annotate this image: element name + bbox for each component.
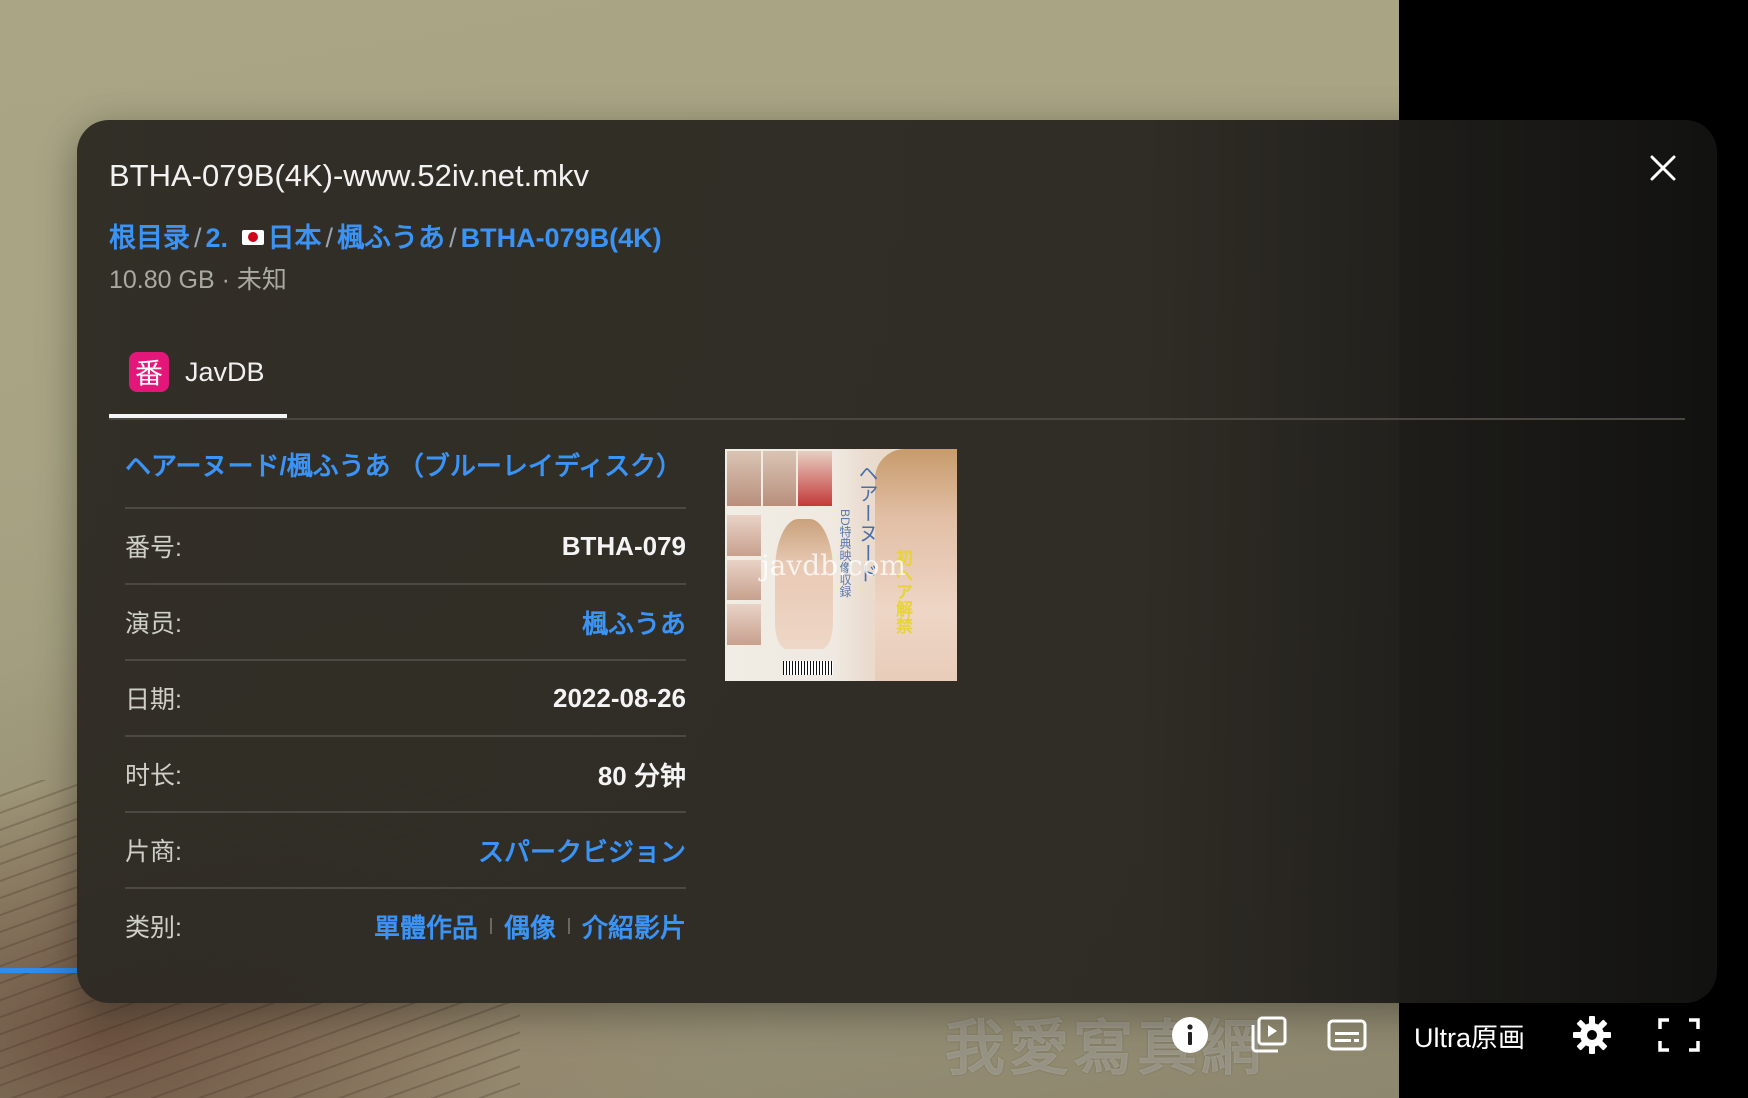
source-tabs: 番 JavDB bbox=[109, 330, 1685, 420]
detail-label: 片商: bbox=[125, 838, 182, 866]
detail-row-actress: 演员: 楓ふうあ bbox=[125, 585, 686, 661]
breadcrumb-separator: / bbox=[325, 223, 334, 253]
detail-label: 番号: bbox=[125, 534, 182, 562]
file-size: 10.80 GB bbox=[109, 266, 215, 294]
cover-figure-small bbox=[775, 519, 833, 649]
file-status: 未知 bbox=[236, 266, 287, 294]
movie-title-link[interactable]: ヘアーヌード/楓ふうあ （ブルーレイディスク） bbox=[125, 438, 686, 509]
playlist-button[interactable] bbox=[1248, 1014, 1290, 1056]
detail-value-date: 2022-08-26 bbox=[553, 682, 686, 713]
settings-button[interactable] bbox=[1571, 1014, 1613, 1056]
cover-side-thumbnails bbox=[727, 515, 761, 646]
breadcrumb: 根目录/2. 日本 / 楓ふうあ / BTHA-079B(4K) bbox=[109, 216, 662, 255]
breadcrumb-separator: / bbox=[194, 223, 202, 253]
detail-row-date: 日期: 2022-08-26 bbox=[125, 661, 686, 737]
subtitles-button[interactable] bbox=[1326, 1017, 1368, 1053]
genre-link[interactable]: 單體作品 bbox=[374, 908, 478, 945]
japan-flag-icon bbox=[241, 230, 264, 246]
genre-link[interactable]: 偶像 bbox=[504, 908, 556, 945]
file-meta: 10.80 GB · 未知 bbox=[109, 260, 287, 296]
info-button[interactable] bbox=[1170, 1015, 1210, 1055]
detail-label: 时长: bbox=[125, 762, 182, 790]
detail-label: 日期: bbox=[125, 686, 182, 714]
detail-row-genres: 类别: 單體作品 偶像 介紹影片 bbox=[125, 889, 686, 963]
breadcrumb-japan[interactable]: 2. 日本 bbox=[206, 223, 322, 253]
breadcrumb-japan-label: 日本 bbox=[267, 223, 322, 253]
fullscreen-button[interactable] bbox=[1657, 1017, 1701, 1053]
breadcrumb-root[interactable]: 根目录 bbox=[109, 223, 190, 253]
genre-divider bbox=[489, 918, 492, 934]
quality-selector[interactable]: Ultra原画 bbox=[1414, 1016, 1525, 1055]
javdb-icon: 番 bbox=[129, 352, 169, 392]
actress-link[interactable]: 楓ふうあ bbox=[582, 604, 686, 641]
breadcrumb-folder[interactable]: BTHA-079B(4K) bbox=[461, 223, 662, 253]
subtitles-icon bbox=[1327, 1019, 1367, 1051]
player-controls: Ultra原画 bbox=[1160, 1005, 1701, 1065]
close-icon bbox=[1650, 155, 1676, 181]
movie-details: ヘアーヌード/楓ふうあ （ブルーレイディスク） 番号: BTHA-079 演员:… bbox=[125, 438, 686, 963]
genre-link[interactable]: 介紹影片 bbox=[582, 908, 686, 945]
settings-icon bbox=[1573, 1016, 1612, 1054]
info-icon bbox=[1172, 1017, 1208, 1053]
detail-value-code: BTHA-079 bbox=[561, 530, 686, 561]
detail-row-code: 番号: BTHA-079 bbox=[125, 509, 686, 585]
cover-watermark: javdb.com bbox=[761, 549, 907, 582]
cover-barcode bbox=[783, 661, 833, 675]
detail-row-duration: 时长: 80 分钟 bbox=[125, 737, 686, 813]
close-button[interactable] bbox=[1645, 150, 1681, 186]
tab-javdb[interactable]: 番 JavDB bbox=[109, 330, 287, 418]
playback-progress[interactable] bbox=[0, 968, 80, 973]
breadcrumb-separator: / bbox=[449, 223, 457, 253]
genre-divider bbox=[567, 918, 570, 934]
media-info-panel: BTHA-079B(4K)-www.52iv.net.mkv 根目录/2. 日本… bbox=[77, 120, 1717, 1003]
movie-cover-image[interactable]: ヘアーヌード BD特典映像収録 初ヘア解禁 javdb.com bbox=[725, 449, 957, 681]
playlist-icon bbox=[1251, 1016, 1287, 1053]
fullscreen-icon bbox=[1658, 1018, 1700, 1052]
detail-label: 类别: bbox=[125, 914, 182, 942]
detail-value-duration: 80 分钟 bbox=[597, 760, 686, 791]
meta-separator: · bbox=[214, 266, 237, 294]
tab-label: JavDB bbox=[185, 356, 265, 387]
studio-link[interactable]: スパークビジョン bbox=[478, 832, 686, 869]
file-name: BTHA-079B(4K)-www.52iv.net.mkv bbox=[109, 158, 590, 193]
breadcrumb-japan-number: 2. bbox=[205, 223, 236, 253]
detail-row-studio: 片商: スパークビジョン bbox=[125, 813, 686, 889]
cover-thumbnail-strip bbox=[727, 451, 833, 506]
detail-label: 演员: bbox=[125, 610, 182, 638]
genre-list: 單體作品 偶像 介紹影片 bbox=[374, 908, 686, 945]
breadcrumb-actress[interactable]: 楓ふうあ bbox=[337, 223, 445, 253]
